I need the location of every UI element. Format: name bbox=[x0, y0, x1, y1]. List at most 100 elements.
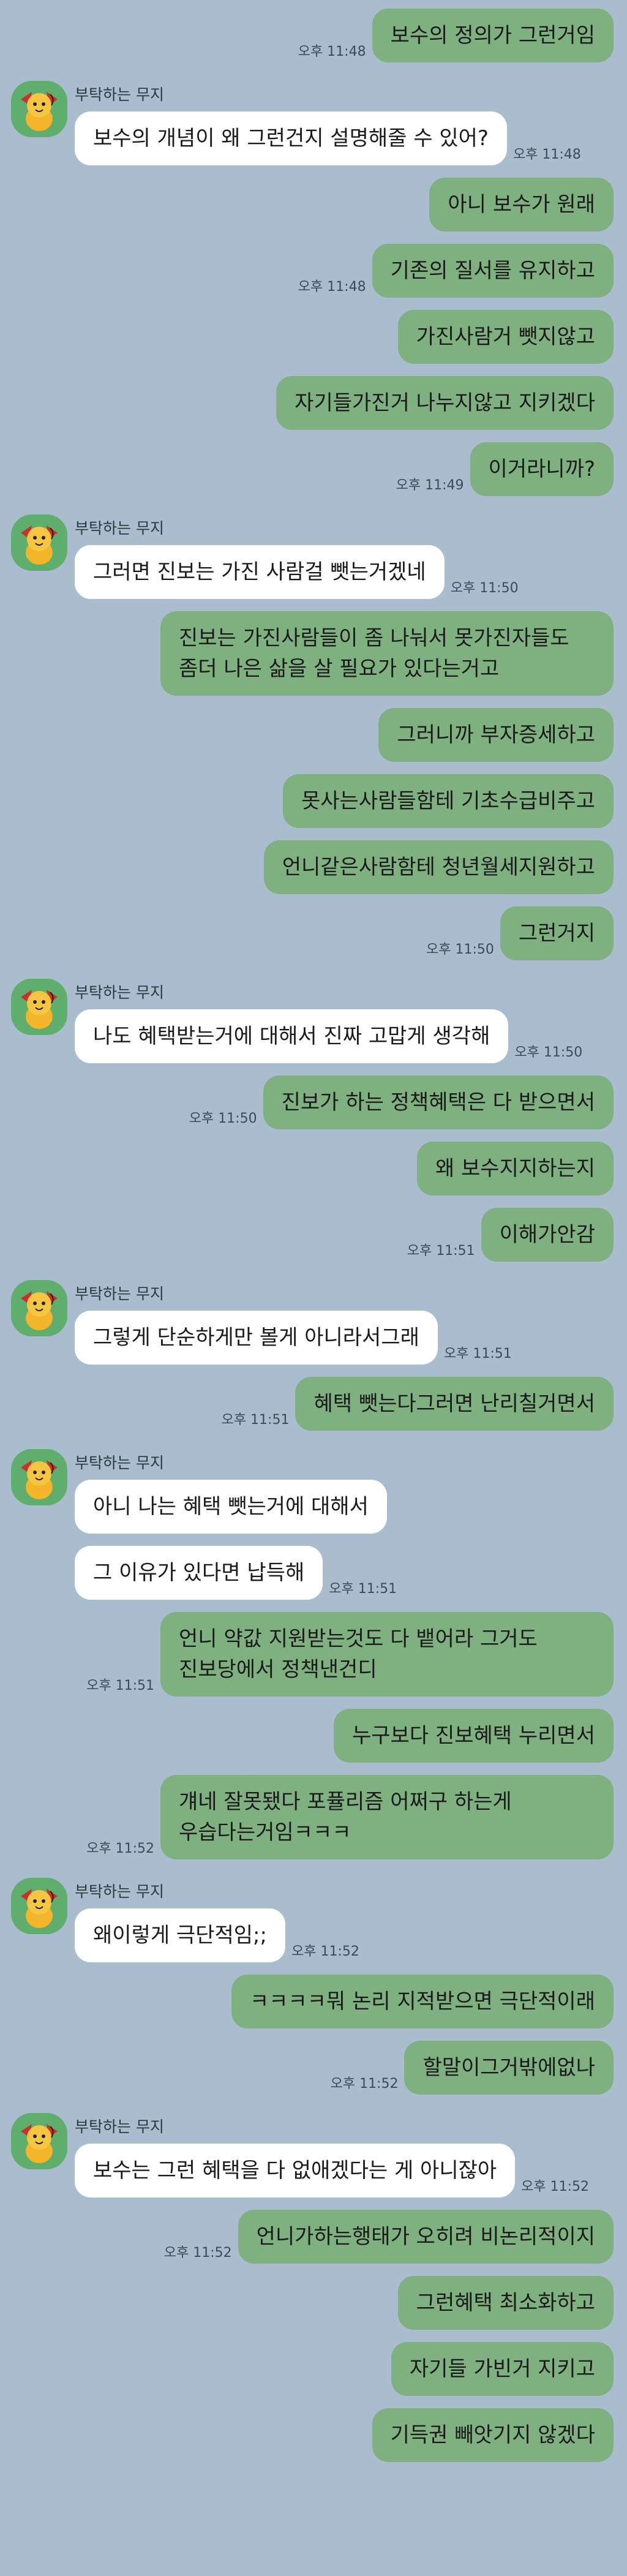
avatar[interactable] bbox=[11, 1280, 67, 1336]
message-timestamp: 오후 11:51 bbox=[86, 1678, 154, 1693]
message-row-sent: 오후 11:52 할말이그거밖에없나 bbox=[0, 2041, 627, 2095]
sent-message-bubble[interactable]: 언니같은사람함테 청년월세지원하고 bbox=[263, 840, 614, 894]
message-timestamp: 오후 11:52 bbox=[163, 2245, 232, 2261]
message-timestamp: 오후 11:51 bbox=[221, 1412, 290, 1428]
sent-message-bubble[interactable]: 이해가안감 bbox=[481, 1208, 614, 1262]
message-row-sent: 오후 11:51 언니 약값 지원받는것도 다 뱉어라 그거도 진보당에서 정책낸… bbox=[0, 1612, 627, 1697]
received-message-bubble[interactable]: 왜이렇게 극단적임;; bbox=[75, 1908, 285, 1962]
message-timestamp: 오후 11:51 bbox=[329, 1581, 397, 1597]
received-message-bubble[interactable]: 그 이유가 있다면 납득해 bbox=[75, 1546, 323, 1600]
sent-message-bubble[interactable]: 할말이그거밖에없나 bbox=[404, 2041, 614, 2095]
sender-header: 부탁하는 무지 bbox=[0, 2107, 627, 2169]
message-row-sent: 그런혜택 최소화하고 bbox=[0, 2276, 627, 2330]
message-timestamp: 오후 11:50 bbox=[426, 942, 494, 957]
sender-name: 부탁하는 무지 bbox=[75, 1285, 164, 1303]
sent-message-bubble[interactable]: 기득권 빼앗기지 않겠다 bbox=[372, 2408, 614, 2462]
message-timestamp: 오후 11:48 bbox=[298, 44, 366, 59]
sent-message-bubble[interactable]: 자기들가진거 나누지않고 지키겠다 bbox=[276, 376, 614, 430]
message-timestamp: 오후 11:52 bbox=[291, 1944, 359, 1959]
avatar[interactable] bbox=[11, 514, 67, 571]
sent-message-bubble[interactable]: 혜택 뺏는다그러면 난리칠거면서 bbox=[295, 1377, 614, 1431]
avatar[interactable] bbox=[11, 2113, 67, 2169]
received-message-bubble[interactable]: 보수의 개념이 왜 그런건지 설명해줄 수 있어? bbox=[75, 111, 507, 165]
sender-header: 부탁하는 무지 bbox=[0, 1274, 627, 1336]
sent-message-bubble[interactable]: 아니 보수가 원래 bbox=[429, 178, 614, 232]
sent-message-bubble[interactable]: 그런거지 bbox=[500, 906, 614, 960]
message-timestamp: 오후 11:48 bbox=[298, 279, 366, 295]
sender-header: 부탁하는 무지 bbox=[0, 1872, 627, 1934]
sent-message-bubble[interactable]: 왜 보수지지하는지 bbox=[416, 1142, 614, 1196]
message-timestamp: 오후 11:50 bbox=[514, 1045, 583, 1060]
sent-message-bubble[interactable]: 언니 약값 지원받는것도 다 뱉어라 그거도 진보당에서 정책낸건디 bbox=[160, 1612, 614, 1697]
avatar[interactable] bbox=[11, 1449, 67, 1505]
received-message-bubble[interactable]: 그렇게 단순하게만 볼게 아니라서그래 bbox=[75, 1311, 438, 1365]
message-row-sent: 자기들 가빈거 지키고 bbox=[0, 2342, 627, 2396]
avatar[interactable] bbox=[11, 81, 67, 137]
message-timestamp: 오후 11:51 bbox=[443, 1346, 512, 1361]
message-row-sent: 언니같은사람함테 청년월세지원하고 bbox=[0, 840, 627, 894]
sender-name: 부탁하는 무지 bbox=[75, 1883, 164, 1900]
avatar[interactable] bbox=[11, 979, 67, 1035]
message-timestamp: 오후 11:48 bbox=[512, 147, 581, 162]
message-row-sent: 오후 11:48 기존의 질서를 유지하고 bbox=[0, 244, 627, 298]
message-row-sent: 오후 11:52 걔네 잘못됐다 포퓰리즘 어쩌구 하는게 우습다는거임ㅋㅋㅋ bbox=[0, 1775, 627, 1859]
sent-message-bubble[interactable]: 걔네 잘못됐다 포퓰리즘 어쩌구 하는게 우습다는거임ㅋㅋㅋ bbox=[160, 1775, 614, 1859]
message-row-sent: 그러니까 부자증세하고 bbox=[0, 708, 627, 762]
message-row-sent: 가진사람거 뺏지않고 bbox=[0, 310, 627, 364]
message-row-received: 아니 나는 혜택 뺏는거에 대해서 bbox=[0, 1480, 627, 1534]
sender-name: 부탁하는 무지 bbox=[75, 86, 164, 104]
message-row-sent: 오후 11:49 이거라니까? bbox=[0, 442, 627, 496]
message-row-received: 그 이유가 있다면 납득해오후 11:51 bbox=[0, 1546, 627, 1600]
sent-message-bubble[interactable]: 기존의 질서를 유지하고 bbox=[372, 244, 614, 298]
sent-message-bubble[interactable]: 자기들 가빈거 지키고 bbox=[391, 2342, 614, 2396]
sender-name: 부탁하는 무지 bbox=[75, 1454, 164, 1472]
avatar[interactable] bbox=[11, 1878, 67, 1934]
sender-header: 부탁하는 무지 bbox=[0, 508, 627, 571]
sender-name: 부탁하는 무지 bbox=[75, 2118, 164, 2136]
sent-message-bubble[interactable]: 보수의 정의가 그런거임 bbox=[372, 9, 614, 62]
message-row-sent: 오후 11:51 혜택 뺏는다그러면 난리칠거면서 bbox=[0, 1377, 627, 1431]
sent-message-bubble[interactable]: ㅋㅋㅋㅋ뭐 논리 지적받으면 극단적이래 bbox=[231, 1975, 614, 2028]
message-row-sent: 오후 11:50 그런거지 bbox=[0, 906, 627, 960]
message-row-sent: 기득권 빼앗기지 않겠다 bbox=[0, 2408, 627, 2462]
sent-message-bubble[interactable]: 가진사람거 뺏지않고 bbox=[397, 310, 614, 364]
received-message-bubble[interactable]: 그러면 진보는 가진 사람걸 뺏는거겠네 bbox=[75, 545, 445, 599]
message-timestamp: 오후 11:52 bbox=[330, 2076, 399, 2092]
message-row-sent: 진보는 가진사람들이 좀 나눠서 못가진자들도 좀더 나은 삶을 살 필요가 있… bbox=[0, 611, 627, 696]
sender-header: 부탁하는 무지 bbox=[0, 75, 627, 137]
received-message-bubble[interactable]: 아니 나는 혜택 뺏는거에 대해서 bbox=[75, 1480, 387, 1534]
message-timestamp: 오후 11:50 bbox=[450, 581, 519, 596]
sent-message-bubble[interactable]: 그런혜택 최소화하고 bbox=[397, 2276, 614, 2330]
sent-message-bubble[interactable]: 진보가 하는 정책혜택은 다 받으면서 bbox=[263, 1075, 614, 1129]
message-row-received: 그러면 진보는 가진 사람걸 뺏는거겠네오후 11:50 bbox=[0, 545, 627, 599]
message-row-sent: 오후 11:48 보수의 정의가 그런거임 bbox=[0, 9, 627, 62]
message-timestamp: 오후 11:52 bbox=[521, 2179, 590, 2194]
sent-message-bubble[interactable]: 언니가하는행태가 오히려 비논리적이지 bbox=[238, 2210, 614, 2264]
received-message-bubble[interactable]: 보수는 그런 혜택을 다 없애겠다는 게 아니잖아 bbox=[75, 2144, 516, 2198]
message-row-received: 보수는 그런 혜택을 다 없애겠다는 게 아니잖아오후 11:52 bbox=[0, 2144, 627, 2198]
message-timestamp: 오후 11:50 bbox=[189, 1111, 257, 1126]
message-timestamp: 오후 11:52 bbox=[86, 1841, 154, 1856]
message-row-received: 보수의 개념이 왜 그런건지 설명해줄 수 있어? 오후 11:48 bbox=[0, 111, 627, 165]
message-timestamp: 오후 11:49 bbox=[396, 478, 464, 493]
message-row-sent: 오후 11:51 이해가안감 bbox=[0, 1208, 627, 1262]
message-row-sent: 못사는사람들함테 기초수급비주고 bbox=[0, 774, 627, 828]
message-row-sent: 오후 11:52 언니가하는행태가 오히려 비논리적이지 bbox=[0, 2210, 627, 2264]
sent-message-bubble[interactable]: 누구보다 진보혜택 누리면서 bbox=[334, 1709, 614, 1763]
sender-name: 부탁하는 무지 bbox=[75, 519, 164, 537]
sent-message-bubble[interactable]: 이거라니까? bbox=[470, 442, 614, 496]
sent-message-bubble[interactable]: 그러니까 부자증세하고 bbox=[378, 708, 614, 762]
chat-list[interactable]: 오후 11:48 보수의 정의가 그런거임 부탁하는 무지 보수의 개념이 왜 그런… bbox=[0, 0, 627, 2462]
sent-message-bubble[interactable]: 진보는 가진사람들이 좀 나눠서 못가진자들도 좀더 나은 삶을 살 필요가 있… bbox=[160, 611, 614, 696]
message-row-sent: 자기들가진거 나누지않고 지키겠다 bbox=[0, 376, 627, 430]
message-row-received: 그렇게 단순하게만 볼게 아니라서그래오후 11:51 bbox=[0, 1311, 627, 1365]
received-message-bubble[interactable]: 나도 혜택받는거에 대해서 진짜 고맙게 생각해 bbox=[75, 1009, 509, 1063]
message-row-sent: 오후 11:50 진보가 하는 정책혜택은 다 받으면서 bbox=[0, 1075, 627, 1129]
message-timestamp: 오후 11:51 bbox=[407, 1243, 475, 1259]
message-row-sent: 아니 보수가 원래 bbox=[0, 178, 627, 232]
message-row-sent: ㅋㅋㅋㅋ뭐 논리 지적받으면 극단적이래 bbox=[0, 1975, 627, 2028]
message-row-sent: 누구보다 진보혜택 누리면서 bbox=[0, 1709, 627, 1763]
message-row-received: 왜이렇게 극단적임;; 오후 11:52 bbox=[0, 1908, 627, 1962]
sent-message-bubble[interactable]: 못사는사람들함테 기초수급비주고 bbox=[282, 774, 614, 828]
sender-name: 부탁하는 무지 bbox=[75, 984, 164, 1001]
